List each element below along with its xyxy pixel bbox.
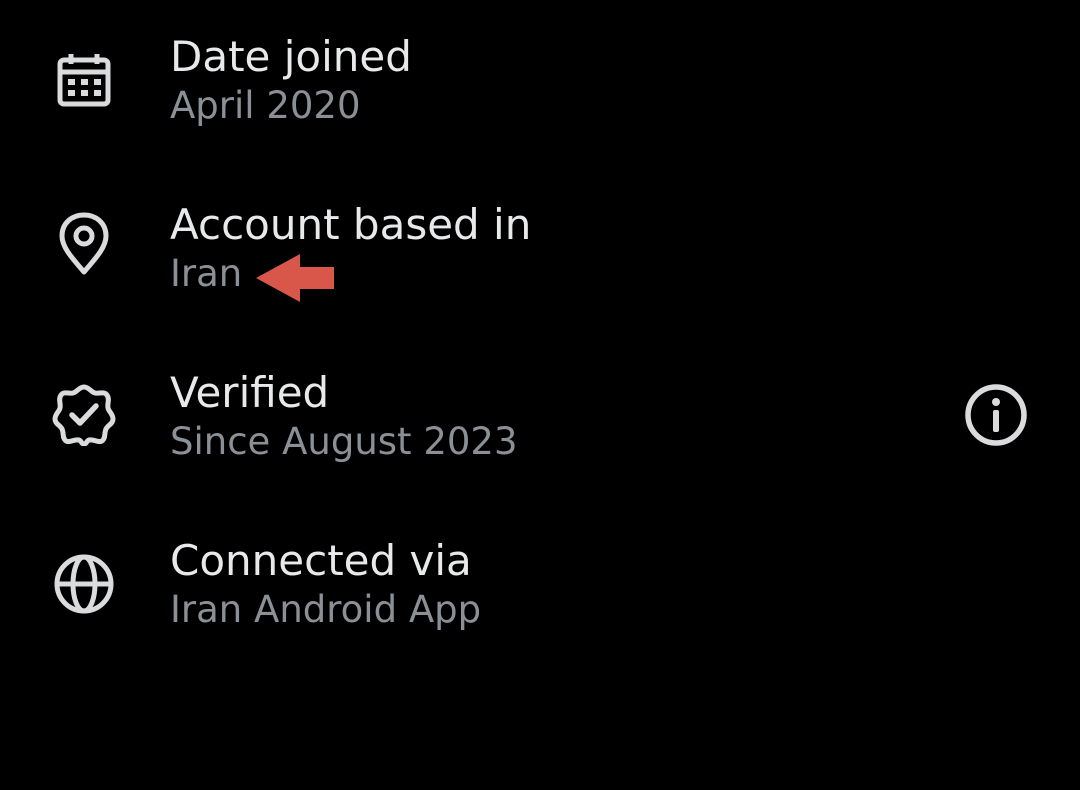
row-title: Verified	[170, 368, 330, 417]
about-row-account-based-in: Account based in Iran	[0, 178, 1080, 346]
calendar-icon	[52, 50, 116, 114]
about-row-verified: Verified Since August 2023	[0, 346, 1080, 514]
row-subtitle: April 2020	[170, 84, 361, 127]
annotation-arrow-icon	[254, 252, 336, 304]
about-row-connected-via: Connected via Iran Android App	[0, 514, 1080, 682]
about-row-date-joined: Date joined April 2020	[0, 10, 1080, 178]
globe-icon	[52, 552, 116, 616]
verified-badge-icon	[52, 382, 116, 446]
row-subtitle: Iran	[170, 252, 243, 295]
row-title: Connected via	[170, 536, 472, 585]
row-subtitle: Since August 2023	[170, 420, 518, 463]
row-title: Account based in	[170, 200, 532, 249]
location-pin-icon	[52, 212, 116, 276]
info-icon[interactable]	[962, 381, 1030, 449]
row-subtitle: Iran Android App	[170, 588, 482, 631]
row-title: Date joined	[170, 32, 412, 81]
